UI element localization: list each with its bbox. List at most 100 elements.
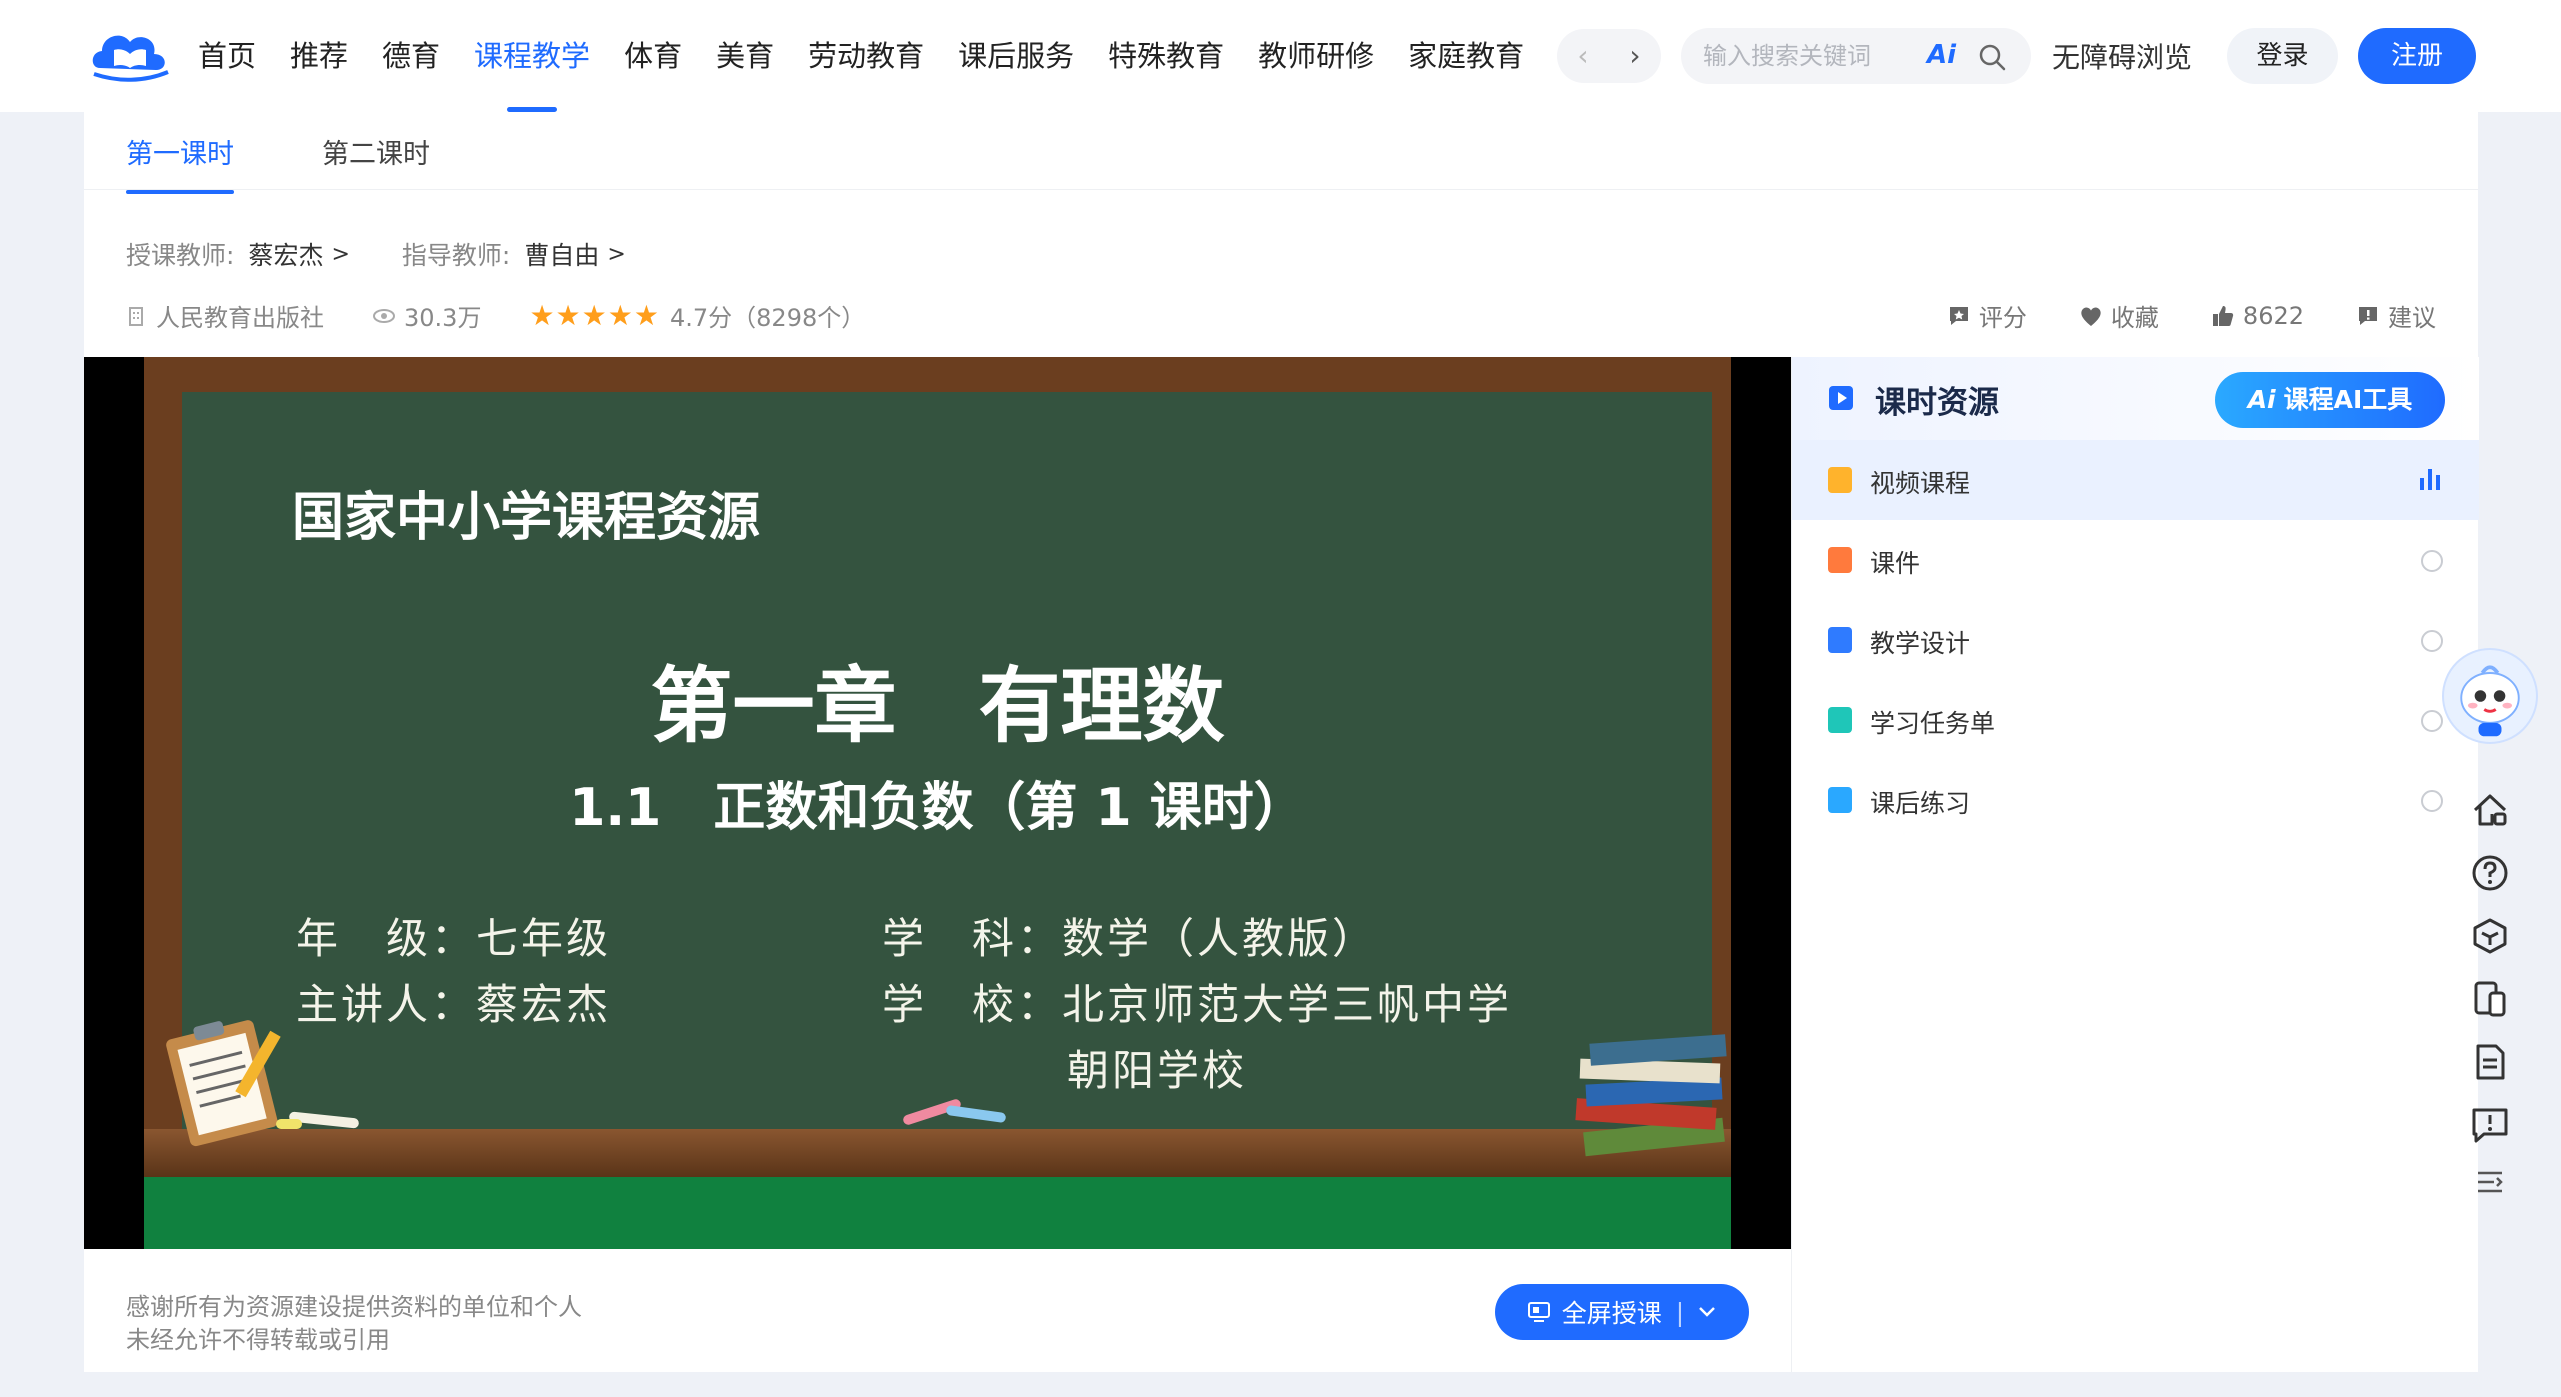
status-circle-icon — [2421, 550, 2443, 572]
ai-search-button[interactable]: Ai — [1927, 40, 1956, 70]
register-button[interactable]: 注册 — [2358, 28, 2476, 84]
likes-count: 8622 — [2242, 301, 2304, 330]
nav-item-moral[interactable]: 德育 — [382, 0, 440, 112]
lecturer-name[interactable]: 蔡宏杰 — [248, 236, 323, 272]
collapse-menu-icon[interactable] — [2470, 1165, 2510, 1199]
courseware-icon — [1828, 547, 1852, 573]
devices-icon[interactable] — [2470, 979, 2510, 1019]
tab-lesson-2[interactable]: 第二课时 — [322, 132, 430, 171]
top-header: 首页 推荐 德育 课程教学 体育 美育 劳动教育 课后服务 特殊教育 教师研修 … — [0, 0, 2561, 112]
star-icon: ★ — [581, 298, 607, 332]
nav-item-recommend[interactable]: 推荐 — [290, 0, 348, 112]
teaching-design-icon — [1828, 627, 1852, 653]
favorite-button[interactable]: 收藏 — [2079, 298, 2159, 333]
video-section-title: 1.1 正数和负数（第 1 课时） — [569, 778, 1306, 838]
home-icon[interactable] — [2470, 790, 2510, 830]
nav-item-teacher-training[interactable]: 教师研修 — [1258, 0, 1374, 112]
suggest-button[interactable]: 建议 — [2356, 298, 2436, 333]
star-icon: ★ — [633, 298, 659, 332]
teacher-info: 授课教师: 蔡宏杰 > 指导教师: 曹自由 > — [126, 236, 678, 272]
star-icon: ★ — [607, 298, 633, 332]
chevron-right-icon[interactable]: > — [607, 242, 625, 267]
separator: | — [1675, 1297, 1685, 1327]
clipboard-icon — [166, 1020, 281, 1147]
publisher: 人民教育出版社 — [126, 298, 324, 333]
video-school: 学 校：北京师范大学三帆中学 — [882, 980, 1513, 1029]
task-sheet-icon — [1828, 707, 1852, 733]
nav-item-after-school[interactable]: 课后服务 — [958, 0, 1074, 112]
resource-item-task-sheet[interactable]: 学习任务单 — [1792, 680, 2479, 760]
search-icon[interactable] — [1977, 42, 2007, 72]
resource-item-label: 课后练习 — [1870, 789, 1971, 818]
video-player[interactable]: 国家中小学课程资源 第一章 有理数 1.1 正数和负数（第 1 课时） 年 级：… — [84, 357, 1791, 1249]
assistant-mascot-icon[interactable] — [2442, 648, 2538, 744]
books-icon — [1575, 1034, 1727, 1157]
rate-label: 评分 — [1978, 304, 2027, 332]
tab-lesson-1[interactable]: 第一课时 — [126, 132, 234, 194]
nav-scroll-arrows: ‹ › — [1557, 29, 1661, 83]
video-grade: 年 级：七年级 — [296, 914, 612, 963]
star-icon: ★ — [555, 298, 581, 332]
accessible-browsing-link[interactable]: 无障碍浏览 — [2052, 36, 2192, 76]
lesson-actions: 评分 收藏 8622 建议 — [1895, 298, 2436, 333]
resource-item-label: 教学设计 — [1870, 629, 1971, 658]
login-button[interactable]: 登录 — [2227, 28, 2338, 84]
course-ai-tool-button[interactable]: Ai 课程AI工具 — [2215, 372, 2445, 428]
status-circle-icon — [2421, 630, 2443, 652]
playing-bars-icon — [2420, 469, 2440, 490]
nav-item-arts[interactable]: 美育 — [716, 0, 774, 112]
lesson-card: 第一课时 第二课时 授课教师: 蔡宏杰 > 指导教师: 曹自由 > 人民教育出版… — [84, 112, 2479, 1372]
nav-prev-button[interactable]: ‹ — [1577, 42, 1588, 70]
resource-item-teaching-design[interactable]: 教学设计 — [1792, 600, 2479, 680]
nav-item-sports[interactable]: 体育 — [624, 0, 682, 112]
resource-item-exercises[interactable]: 课后练习 — [1792, 760, 2479, 840]
video-subject: 学 科：数学（人教版） — [882, 914, 1378, 963]
play-icon — [1829, 386, 1853, 410]
nav-item-home[interactable]: 首页 — [198, 0, 256, 112]
eye-icon — [373, 308, 395, 323]
ai-icon: Ai — [2247, 385, 2276, 414]
help-icon[interactable] — [2470, 853, 2510, 893]
cube-icon[interactable] — [2470, 916, 2510, 956]
resource-item-label: 视频课程 — [1870, 469, 1971, 498]
document-icon[interactable] — [2470, 1042, 2510, 1082]
fullscreen-label: 全屏授课 — [1561, 1299, 1662, 1328]
lecturer-label: 授课教师: — [126, 241, 235, 270]
building-icon — [129, 306, 143, 326]
video-course-icon — [1828, 467, 1852, 493]
rate-button[interactable]: 评分 — [1947, 298, 2027, 333]
video-bottom-strip — [144, 1177, 1731, 1249]
resource-item-label: 学习任务单 — [1870, 709, 1996, 738]
report-icon[interactable] — [2470, 1105, 2510, 1145]
chevron-down-icon[interactable] — [1698, 1306, 1716, 1318]
resource-item-video[interactable]: 视频课程 — [1792, 440, 2479, 520]
chevron-right-icon[interactable]: > — [331, 242, 349, 267]
resource-item-courseware[interactable]: 课件 — [1792, 520, 2479, 600]
copyright-note: 未经允许不得转载或引用 — [126, 1326, 390, 1354]
nav-item-family[interactable]: 家庭教育 — [1408, 0, 1524, 112]
nav-item-course-teaching[interactable]: 课程教学 — [474, 0, 590, 112]
resource-sidebar: 课时资源 Ai 课程AI工具 视频课程 课件 教学设计 学习任务单 课后练习 — [1791, 357, 2479, 1372]
feedback-icon — [2359, 306, 2377, 325]
advisor-name[interactable]: 曹自由 — [524, 236, 599, 272]
status-circle-icon — [2421, 790, 2443, 812]
rating-stars: ★ ★ ★ ★ ★ — [529, 298, 660, 332]
lesson-tabs: 第一课时 第二课时 — [84, 112, 2478, 194]
nav-next-button[interactable]: › — [1629, 42, 1640, 70]
chalk-ledge — [144, 1129, 1731, 1177]
rating-value: 4.7分（8298个） — [669, 304, 866, 332]
search-input[interactable] — [1703, 36, 1913, 76]
favorite-label: 收藏 — [2110, 304, 2159, 332]
nav-item-special[interactable]: 特殊教育 — [1108, 0, 1224, 112]
logo-icon[interactable] — [88, 24, 170, 84]
views-value: 30.3万 — [404, 304, 482, 332]
resource-sidebar-header: 课时资源 Ai 课程AI工具 — [1792, 357, 2479, 440]
resource-item-label: 课件 — [1870, 549, 1921, 578]
video-school-line2: 朝阳学校 — [1067, 1046, 1248, 1095]
chalk-piece — [276, 1119, 302, 1129]
fullscreen-teach-button[interactable]: 全屏授课 | — [1495, 1284, 1749, 1340]
heart-icon — [2081, 307, 2101, 326]
lesson-meta: 人民教育出版社 30.3万 ★ ★ ★ ★ ★ 4.7分（8298个） — [126, 298, 913, 333]
like-button[interactable]: 8622 — [2211, 298, 2304, 333]
nav-item-labor[interactable]: 劳动教育 — [808, 0, 924, 112]
